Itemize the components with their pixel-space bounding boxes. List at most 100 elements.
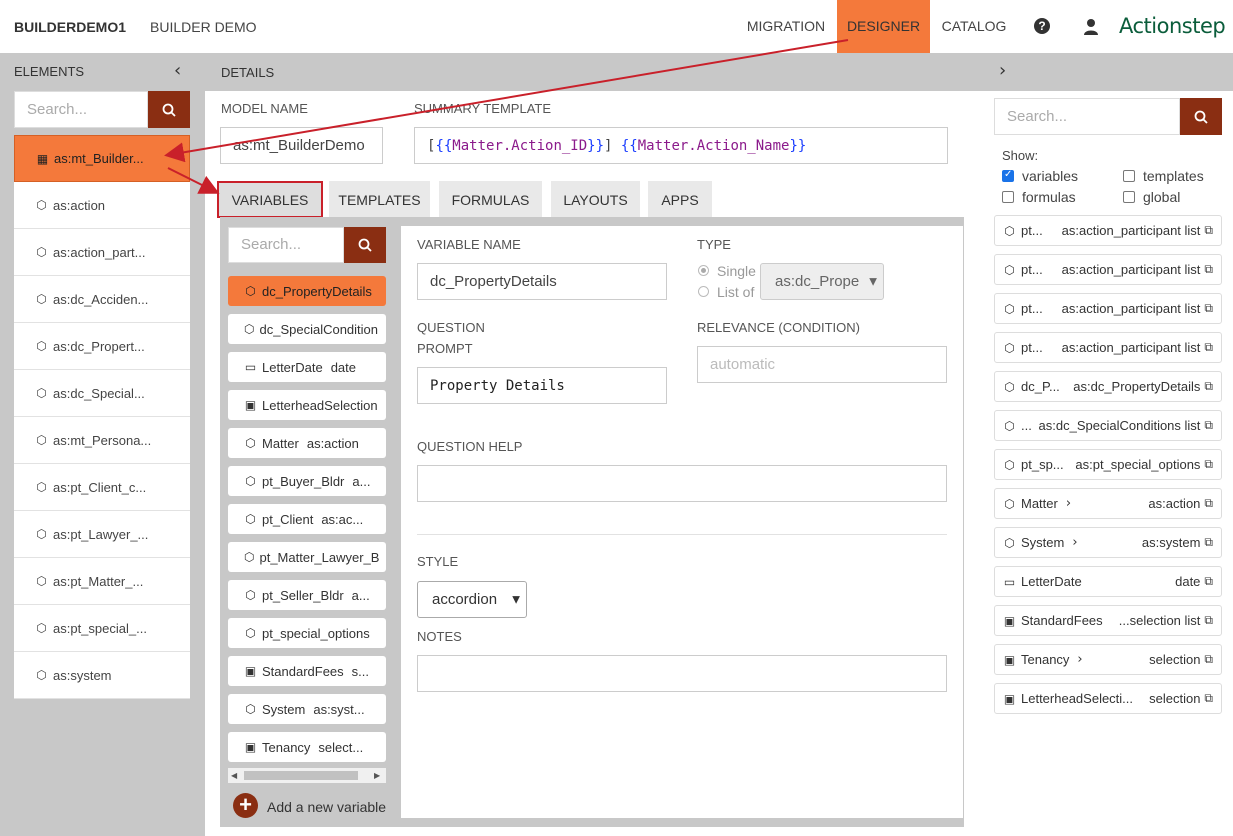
element-item[interactable]: ▦ as:mt_Builder... [14,135,190,182]
element-item[interactable]: ⬡ as:pt_Matter_... [14,558,190,605]
question-prompt-input[interactable]: Property Details [417,367,667,404]
variables-horizontal-scrollbar[interactable]: ◀ ▶ [228,768,386,783]
tab-layouts[interactable]: LAYOUTS [551,181,640,218]
expand-right-chevron-icon[interactable]: › [999,60,1006,81]
element-item[interactable]: ⬡ as:system [14,652,190,699]
element-item[interactable]: ⬡ as:dc_Special... [14,370,190,417]
filter-variables-checkbox[interactable] [1002,169,1014,182]
style-select[interactable]: accordion ▼ [417,581,527,618]
filter-global-checkbox[interactable] [1123,191,1135,203]
scroll-left-arrow-icon[interactable]: ◀ [231,771,237,780]
elements-search-button[interactable] [148,91,190,128]
collapse-left-chevron-icon[interactable]: ‹ [174,60,181,81]
variable-item[interactable]: ▭ LetterDate date [228,352,386,382]
element-item-label: as:pt_Lawyer_... [53,526,149,542]
catalog-search-button[interactable] [1180,98,1222,135]
variable-item[interactable]: ⬡ System as:syst... [228,694,386,724]
catalog-item[interactable]: ⬡ pt... as:action_participant list ⧉ [994,293,1222,324]
copy-icon[interactable]: ⧉ [1204,418,1213,433]
copy-icon[interactable]: ⧉ [1204,379,1213,394]
element-item[interactable]: ⬡ as:mt_Persona... [14,417,190,464]
copy-icon[interactable]: ⧉ [1204,262,1213,277]
tab-templates[interactable]: TEMPLATES [329,181,430,218]
variable-item[interactable]: ⬡ pt_Matter_Lawyer_B [228,542,386,572]
copy-icon[interactable]: ⧉ [1204,496,1213,511]
copy-icon[interactable]: ⧉ [1204,223,1213,238]
tab-formulas[interactable]: FORMULAS [439,181,542,218]
catalog-item[interactable]: ⬡ System › as:system ⧉ [994,527,1222,558]
copy-icon[interactable]: ⧉ [1204,613,1213,628]
variable-item[interactable]: ⬡ pt_Client as:ac... [228,504,386,534]
variables-search-button[interactable] [344,227,386,263]
catalog-item[interactable]: ⬡ pt... as:action_participant list ⧉ [994,215,1222,246]
element-item[interactable]: ⬡ as:dc_Acciden... [14,276,190,323]
chevron-right-icon[interactable]: › [1072,535,1077,550]
model-name-input[interactable]: as:mt_BuilderDemo [220,127,383,164]
element-item[interactable]: ⬡ as:action_part... [14,229,190,276]
cube-icon: ⬡ [245,702,256,716]
copy-icon[interactable]: ⧉ [1204,457,1213,472]
variable-item[interactable]: ⬡ dc_PropertyDetails [228,276,386,306]
copy-icon[interactable]: ⧉ [1204,652,1213,667]
element-item[interactable]: ⬡ as:action [14,182,190,229]
nav-migration[interactable]: MIGRATION [737,0,835,53]
catalog-search-input[interactable]: Search... [994,98,1180,135]
catalog-item[interactable]: ⬡ pt_sp... as:pt_special_options ⧉ [994,449,1222,480]
copy-icon[interactable]: ⧉ [1204,574,1213,589]
variable-item[interactable]: ⬡ pt_special_options [228,618,386,648]
scroll-right-arrow-icon[interactable]: ▶ [374,771,380,780]
chevron-right-icon[interactable]: › [1066,496,1071,511]
catalog-item-name: StandardFees [1021,613,1103,628]
variable-name-input[interactable]: dc_PropertyDetails [417,263,667,300]
catalog-item[interactable]: ⬡... as:dc_SpecialConditions list ⧉ [994,410,1222,441]
filter-templates-checkbox[interactable] [1123,170,1135,182]
style-label: STYLE [417,554,459,569]
filter-formulas-checkbox[interactable] [1002,191,1014,203]
catalog-item[interactable]: ⬡ pt... as:action_participant list ⧉ [994,254,1222,285]
variables-search-input[interactable]: Search... [228,227,344,263]
element-item[interactable]: ⬡ as:dc_Propert... [14,323,190,370]
calendar-icon: ▭ [244,360,257,374]
nav-catalog[interactable]: CATALOG [934,0,1014,53]
elements-search-input[interactable]: Search... [14,91,148,128]
catalog-item[interactable]: ⬡ pt... as:action_participant list ⧉ [994,332,1222,363]
scrollbar-thumb[interactable] [244,771,358,780]
catalog-item[interactable]: ▣ Tenancy › selection ⧉ [994,644,1222,675]
tab-variables[interactable]: VARIABLES [217,181,323,218]
variable-item[interactable]: ⬡ pt_Seller_Bldr a... [228,580,386,610]
variable-item[interactable]: ⬡ Matter as:action [228,428,386,458]
type-list-radio[interactable] [698,286,709,297]
variable-item[interactable]: ⬡ dc_SpecialCondition [228,314,386,344]
catalog-item[interactable]: ⬡ Matter › as:action ⧉ [994,488,1222,519]
add-variable-plus-icon[interactable]: + [233,793,258,818]
summary-template-input[interactable]: [{{Matter.Action_ID}}] {{Matter.Action_N… [414,127,948,164]
user-icon[interactable] [1083,18,1099,35]
add-variable-link[interactable]: Add a new variable [267,799,386,815]
element-item[interactable]: ⬡ as:pt_special_... [14,605,190,652]
catalog-item[interactable]: ▣ StandardFees ...selection list ⧉ [994,605,1222,636]
tab-apps[interactable]: APPS [648,181,712,218]
variable-item[interactable]: ⬡ pt_Buyer_Bldr a... [228,466,386,496]
chevron-right-icon[interactable]: › [1077,652,1082,667]
variable-item[interactable]: ▣ Tenancy select... [228,732,386,762]
relevance-input[interactable]: automatic [697,346,947,383]
variable-item[interactable]: ▣ StandardFees s... [228,656,386,686]
catalog-item[interactable]: ⬡ dc_P... as:dc_PropertyDetails ⧉ [994,371,1222,402]
question-help-input[interactable] [417,465,947,502]
copy-icon[interactable]: ⧉ [1204,535,1213,550]
notes-input[interactable] [417,655,947,692]
catalog-item[interactable]: ▭ LetterDate date ⧉ [994,566,1222,597]
variable-item[interactable]: ▣ LetterheadSelection [228,390,386,420]
type-select[interactable]: as:dc_Prope ▼ [760,263,884,300]
copy-icon[interactable]: ⧉ [1204,691,1213,706]
element-item[interactable]: ⬡ as:pt_Lawyer_... [14,511,190,558]
elements-list: ▦ as:mt_Builder... ⬡ as:action ⬡ as:action_pa… [14,135,190,699]
app-name[interactable]: BUILDER DEMO [150,19,257,35]
help-icon[interactable]: ? [1034,18,1050,34]
catalog-item[interactable]: ▣ LetterheadSelecti... selection ⧉ [994,683,1222,714]
type-single-radio[interactable] [698,265,709,276]
element-item[interactable]: ⬡ as:pt_Client_c... [14,464,190,511]
copy-icon[interactable]: ⧉ [1204,340,1213,355]
nav-designer[interactable]: DESIGNER [837,0,930,53]
copy-icon[interactable]: ⧉ [1204,301,1213,316]
